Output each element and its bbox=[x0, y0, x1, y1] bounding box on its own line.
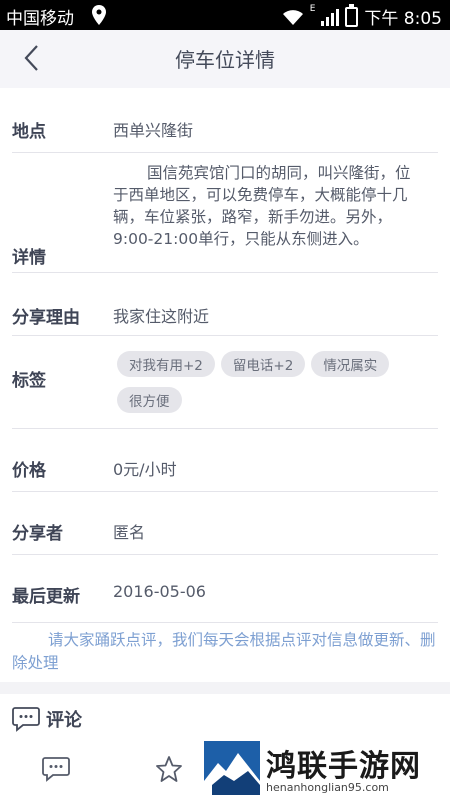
tag-useful[interactable]: 对我有用+2 bbox=[117, 351, 215, 377]
tag-list: 对我有用+2 留电话+2 情况属实 很方便 bbox=[117, 351, 417, 423]
location-value: 西单兴隆街 bbox=[113, 121, 194, 140]
wifi-icon bbox=[282, 9, 303, 25]
price-row: 价格 0元/小时 bbox=[12, 429, 438, 492]
sharer-label: 分享者 bbox=[12, 524, 63, 544]
tag-accurate[interactable]: 情况属实 bbox=[311, 351, 390, 377]
location-label: 地点 bbox=[12, 122, 46, 142]
watermark-url: henanhonglian95.com bbox=[266, 781, 389, 794]
detail-label: 详情 bbox=[12, 248, 46, 268]
star-favorite-icon[interactable] bbox=[155, 755, 183, 783]
watermark-logo-icon bbox=[204, 741, 260, 795]
location-pin-icon bbox=[92, 5, 106, 25]
watermark-name: 鸿联手游网 bbox=[266, 749, 421, 784]
network-type: E bbox=[309, 4, 316, 14]
detail-list: 地点 西单兴隆街 详情 国信苑宾馆门口的胡同，叫兴隆街，位于西单地区，可以免费停… bbox=[0, 88, 450, 617]
updated-row: 最后更新 2016-05-06 bbox=[12, 555, 438, 617]
review-notice: 请大家踊跃点评，我们每天会根据点评对信息做更新、删除处理 bbox=[12, 622, 438, 675]
site-watermark: 鸿联手游网 henanhonglian95.com bbox=[200, 737, 450, 800]
comments-title: 评论 bbox=[46, 710, 82, 731]
updated-value: 2016-05-06 bbox=[113, 582, 206, 601]
comments-header: 评论 bbox=[12, 706, 82, 732]
section-divider bbox=[0, 682, 450, 694]
battery-icon bbox=[345, 3, 359, 27]
location-row: 地点 西单兴隆街 bbox=[12, 88, 438, 153]
comment-button-icon[interactable] bbox=[42, 756, 70, 782]
carrier-name: 中国移动 bbox=[6, 9, 74, 29]
sharer-row: 分享者 匿名 bbox=[12, 492, 438, 555]
price-label: 价格 bbox=[12, 461, 46, 481]
share-reason-label: 分享理由 bbox=[12, 308, 80, 328]
share-reason-row: 分享理由 我家住这附近 bbox=[12, 273, 438, 336]
detail-row: 详情 国信苑宾馆门口的胡同，叫兴隆街，位于西单地区，可以免费停车，大概能停十几辆… bbox=[12, 153, 438, 273]
sharer-value: 匿名 bbox=[113, 523, 146, 542]
page-title: 停车位详情 bbox=[175, 48, 275, 72]
detail-value: 国信苑宾馆门口的胡同，叫兴隆街，位于西单地区，可以免费停车，大概能停十几辆，车位… bbox=[113, 164, 411, 248]
comment-bubble-icon bbox=[12, 707, 40, 732]
clock: 下午 8:05 bbox=[364, 9, 442, 29]
tag-phone[interactable]: 留电话+2 bbox=[220, 351, 306, 377]
status-bar: 中国移动 E 下午 8:05 bbox=[0, 0, 450, 30]
tags-row: 标签 对我有用+2 留电话+2 情况属实 很方便 bbox=[12, 336, 438, 429]
nav-bar: 停车位详情 bbox=[0, 30, 450, 88]
updated-label: 最后更新 bbox=[12, 587, 80, 607]
tags-label: 标签 bbox=[12, 371, 46, 391]
price-value: 0元/小时 bbox=[113, 460, 177, 479]
share-reason-value: 我家住这附近 bbox=[113, 307, 210, 326]
tag-convenient[interactable]: 很方便 bbox=[117, 387, 182, 413]
signal-icon bbox=[321, 8, 340, 26]
